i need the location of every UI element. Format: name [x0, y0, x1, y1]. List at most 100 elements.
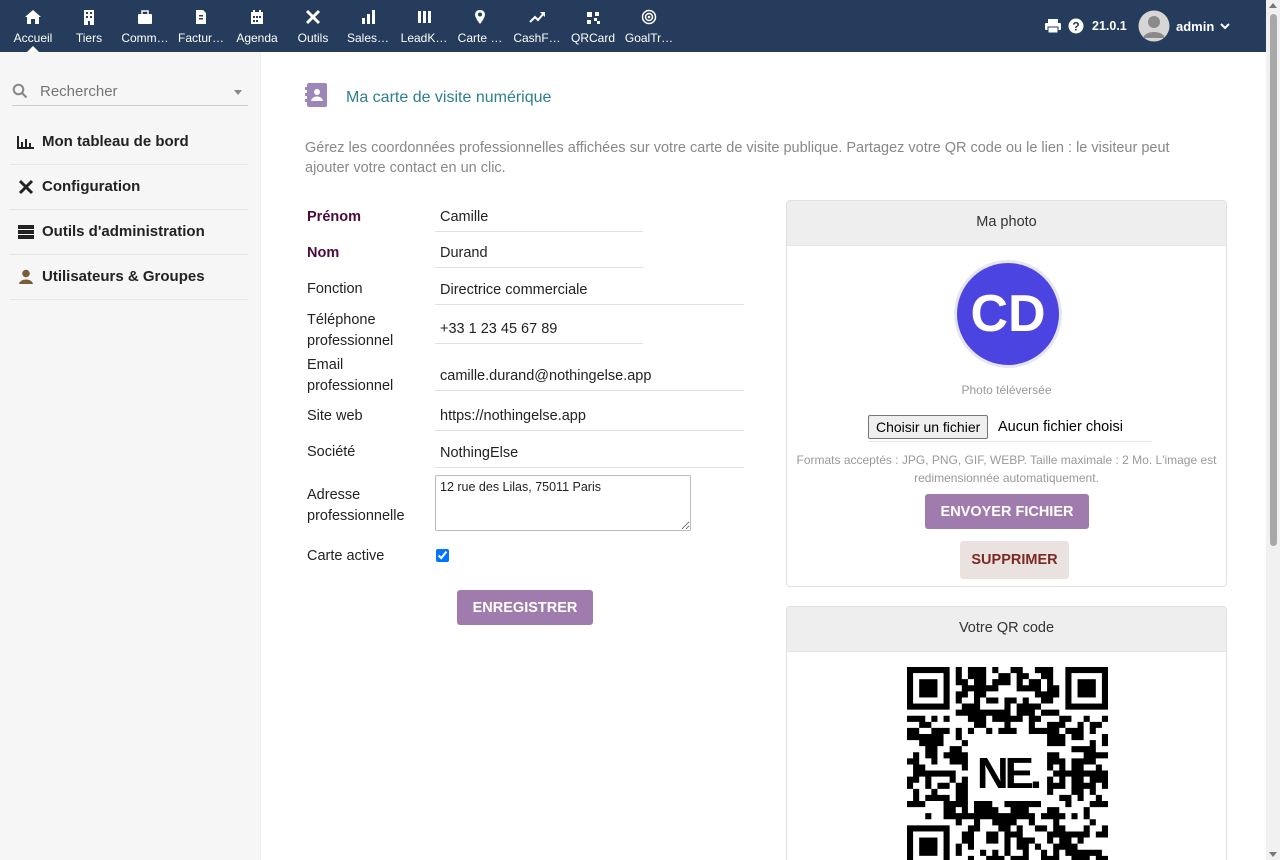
nav-label: Carte … [457, 31, 503, 45]
scroll-down-arrow[interactable] [1269, 852, 1277, 857]
company-field[interactable] [435, 438, 744, 468]
briefcase-icon [138, 10, 152, 24]
calendar-icon [251, 10, 263, 24]
nav-tiers[interactable]: Tiers [66, 0, 112, 52]
sidebar-item-configuration[interactable]: Configuration [10, 165, 248, 210]
columns-icon [418, 11, 431, 23]
nav-label: Factur… [177, 31, 224, 45]
nav-label: Sales… [346, 31, 390, 45]
nav-label: Tiers [75, 31, 103, 45]
nav-label: GoalTr… [624, 31, 674, 45]
contact-card-icon [305, 83, 327, 107]
chevron-down-icon [1220, 23, 1231, 30]
adresse-label: Adresse professionnelle [307, 485, 405, 527]
website-field[interactable] [435, 401, 744, 431]
nav-label: Accueil [13, 31, 53, 45]
nav-label: QRCard [570, 31, 615, 45]
nom-field[interactable] [435, 238, 643, 268]
bar-chart-icon [362, 10, 375, 24]
nav-sales[interactable]: Sales… [343, 0, 393, 52]
nav-qrcard[interactable]: QRCard [569, 0, 617, 52]
scroll-up-arrow[interactable] [1269, 3, 1277, 8]
map-pin-icon [475, 10, 485, 24]
save-button[interactable]: ENREGISTRER [457, 590, 593, 625]
page-title: Ma carte de visite numérique [346, 89, 552, 106]
photo-caption: Photo téléversée [961, 383, 1052, 397]
tools-icon [305, 9, 321, 25]
adresse-label-line2: professionnelle [307, 508, 405, 524]
print-button[interactable] [1044, 0, 1062, 52]
qr-finder-top-right [1065, 667, 1108, 710]
qr-card: Votre QR code NE. [786, 606, 1227, 860]
nav-accueil[interactable]: Accueil [8, 0, 58, 52]
nav-label: Agenda [236, 31, 278, 45]
target-icon [641, 9, 657, 25]
sidebar-item-users-groups[interactable]: Utilisateurs & Groupes [10, 255, 248, 300]
nav-outils[interactable]: Outils [292, 0, 334, 52]
nav-facturation[interactable]: Factur… [175, 0, 227, 52]
scrollbar-thumb[interactable] [1270, 14, 1277, 546]
nom-label: Nom [307, 245, 340, 261]
email-label-line1: Email [307, 357, 344, 373]
nav-commerce[interactable]: Comm… [119, 0, 171, 52]
building-icon [84, 10, 94, 25]
nav-cashflow[interactable]: CashF… [511, 0, 563, 52]
prenom-label: Prénom [307, 209, 361, 225]
telephone-label-line1: Téléphone [307, 312, 376, 328]
version-label: 21.0.1 [1092, 19, 1127, 33]
search-icon [12, 83, 28, 99]
page-scrollbar[interactable] [1266, 0, 1280, 860]
user-menu[interactable]: admin [1138, 0, 1231, 52]
sidebar-item-admin-tools[interactable]: Outils d'administration [10, 210, 248, 255]
home-icon [25, 10, 41, 24]
site-label: Site web [307, 408, 363, 424]
choose-file-button[interactable]: Choisir un fichier [868, 415, 989, 439]
nav-label: Comm… [121, 31, 169, 45]
nav-carte[interactable]: Carte … [455, 0, 505, 52]
photo-card-header: Ma photo [787, 201, 1226, 246]
email-label-line2: professionnel [307, 378, 394, 394]
qr-card-header: Votre QR code [787, 607, 1226, 652]
search-input[interactable] [40, 80, 220, 102]
avatar [1138, 10, 1170, 42]
sidebar-search [12, 80, 248, 106]
photo-card: Ma photo CD Photo téléversée Choisir un … [786, 200, 1227, 587]
chevron-down-icon[interactable] [234, 90, 242, 95]
sidebar-item-label: Utilisateurs & Groupes [42, 268, 205, 285]
user-name: admin [1176, 18, 1215, 34]
help-button[interactable]: ? [1068, 0, 1084, 52]
nav-label: CashF… [513, 31, 561, 45]
societe-label: Société [307, 444, 356, 460]
telephone-label-line2: professionnel [307, 333, 394, 349]
upload-button[interactable]: ENVOYER FICHIER [925, 494, 1089, 529]
page-description: Gérez les coordonnées professionnelles a… [305, 140, 1170, 176]
nav-agenda[interactable]: Agenda [233, 0, 281, 52]
phone-field[interactable] [435, 314, 643, 344]
sidebar-item-label: Outils d'administration [42, 223, 205, 240]
delete-button[interactable]: SUPPRIMER [960, 541, 1069, 579]
user-icon [19, 269, 33, 284]
fonction-field[interactable] [435, 275, 744, 305]
sidebar-item-dashboard[interactable]: Mon tableau de bord [10, 120, 248, 165]
top-right-tools: ? 21.0.1 admin [1044, 0, 1254, 52]
server-icon [18, 225, 34, 239]
nav-leadk[interactable]: LeadK… [399, 0, 449, 52]
qr-icon [587, 12, 600, 24]
email-label: Email professionnel [307, 355, 393, 397]
printer-icon [1045, 19, 1061, 34]
qr-code[interactable]: NE. [907, 667, 1108, 860]
nav-label: Outils [297, 31, 329, 45]
trend-icon [529, 12, 545, 23]
fonction-label: Fonction [307, 281, 363, 297]
address-textarea[interactable]: 12 rue des Lilas, 75011 Paris [435, 475, 691, 531]
active-checkbox[interactable] [436, 549, 449, 562]
prenom-field[interactable] [435, 202, 643, 232]
top-navbar: Accueil Tiers Comm… Factur… Agenda Outil… [0, 0, 1266, 52]
active-label: Carte active [307, 548, 385, 564]
email-field[interactable] [435, 361, 744, 391]
no-file-label: Aucun fichier choisi [998, 419, 1123, 435]
nav-goaltracker[interactable]: GoalTr… [623, 0, 675, 52]
adresse-label-line1: Adresse [307, 487, 361, 503]
svg-text:?: ? [1072, 20, 1079, 34]
qr-finder-bottom-left [907, 825, 950, 860]
